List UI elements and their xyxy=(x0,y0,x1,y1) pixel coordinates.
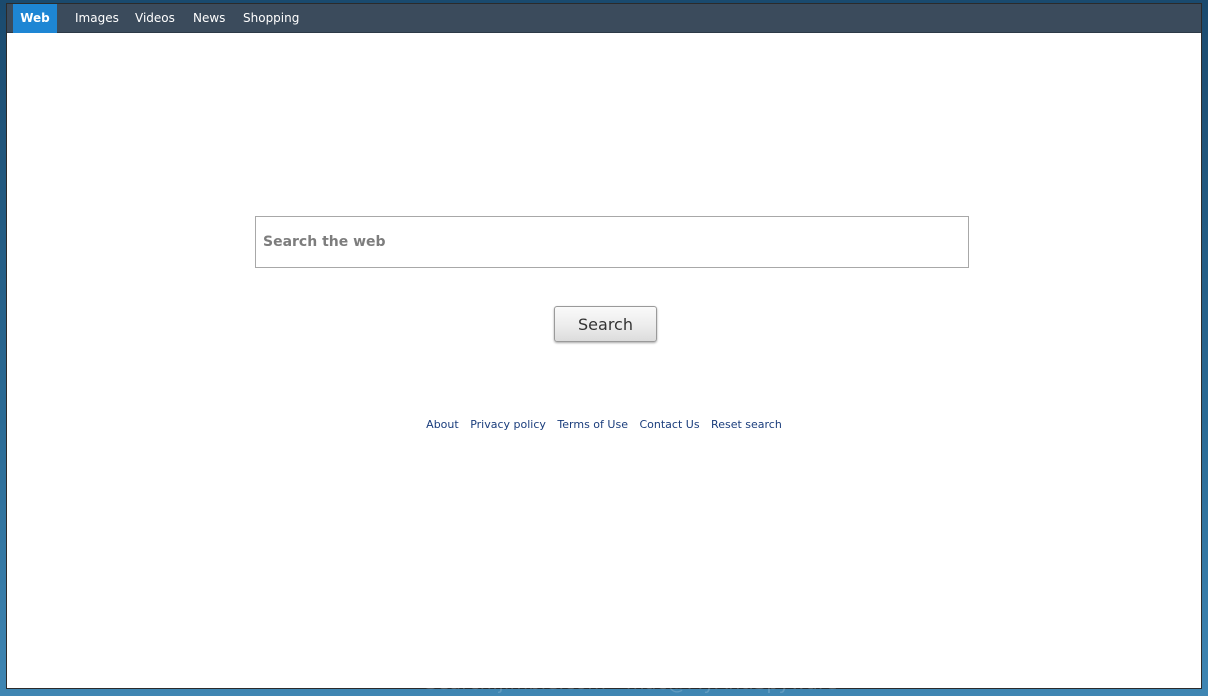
nav-tab-shopping[interactable]: Shopping xyxy=(243,4,299,33)
watermark-text: Search.jimbie.com - mac@MyAntiSpyware xyxy=(425,672,838,694)
footer-link-privacy-policy[interactable]: Privacy policy xyxy=(470,418,546,431)
nav-tab-videos[interactable]: Videos xyxy=(135,4,175,33)
search-button[interactable]: Search xyxy=(554,306,657,342)
search-input[interactable] xyxy=(255,216,969,268)
nav-tab-web[interactable]: Web xyxy=(13,4,57,33)
footer-link-about[interactable]: About xyxy=(426,418,459,431)
top-navigation-bar: Web Images Videos News Shopping xyxy=(7,4,1201,33)
nav-tab-images[interactable]: Images xyxy=(75,4,119,33)
desktop-background: Web Images Videos News Shopping Search A… xyxy=(0,0,1208,696)
footer-links: About Privacy policy Terms of Use Contac… xyxy=(7,418,1201,431)
browser-window: Web Images Videos News Shopping Search A… xyxy=(6,3,1202,689)
nav-tab-news[interactable]: News xyxy=(193,4,225,33)
footer-link-reset-search[interactable]: Reset search xyxy=(711,418,782,431)
footer-link-terms-of-use[interactable]: Terms of Use xyxy=(557,418,628,431)
footer-link-contact-us[interactable]: Contact Us xyxy=(639,418,699,431)
